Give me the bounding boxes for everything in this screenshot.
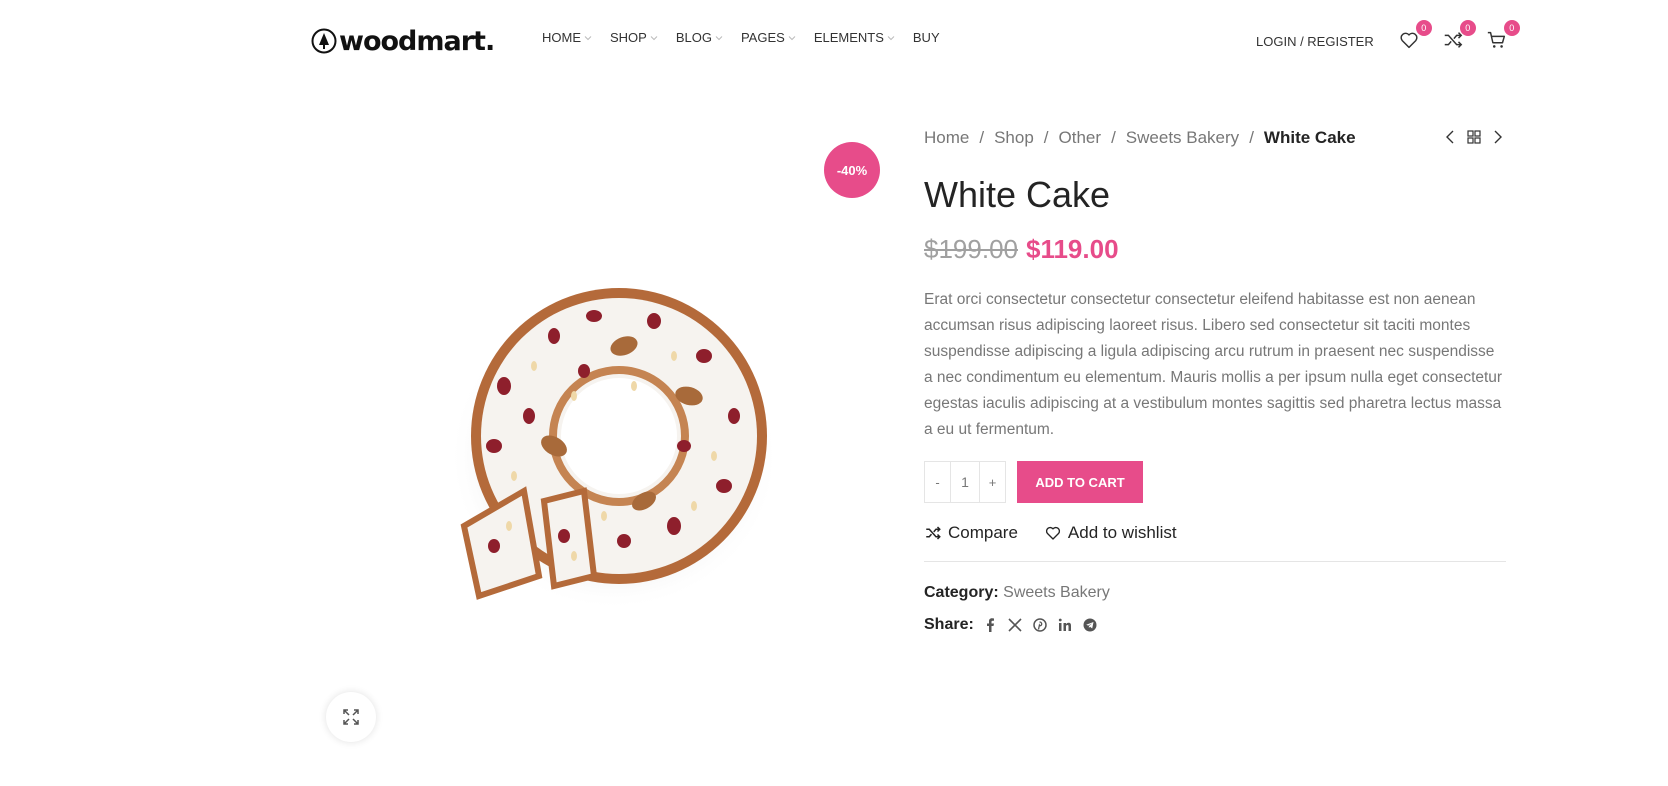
site-logo[interactable]: woodmart. [311,24,495,58]
chevron-down-icon [584,35,592,40]
share-links: Share: [924,616,1506,634]
previous-product-button[interactable] [1442,128,1458,146]
product-summary: Home / Shop / Other / Sweets Bakery / Wh… [924,124,1506,634]
chevron-down-icon [650,35,658,40]
chevron-down-icon [715,35,723,40]
category-label: Category: [924,584,999,601]
zoom-button[interactable] [326,692,376,742]
main-nav: HOME SHOP BLOG PAGES ELEMENTS BUY [542,30,958,45]
nav-item-blog[interactable]: BLOG [676,30,723,45]
header-tools: LOGIN / REGISTER 0 0 0 [1256,20,1530,58]
next-product-button[interactable] [1490,128,1506,146]
tree-logo-icon [311,28,337,54]
nav-item-buy[interactable]: BUY [913,30,940,45]
wishlist-count-badge: 0 [1415,20,1432,36]
back-to-shop-button[interactable] [1466,128,1482,146]
wishlist-button[interactable]: 0 [1398,20,1432,53]
chevron-down-icon [788,35,796,40]
breadcrumb-separator: / [1043,128,1049,147]
breadcrumb-separator: / [1111,128,1116,147]
add-to-wishlist-link[interactable]: Add to wishlist [1044,523,1177,543]
divider [924,561,1506,562]
chevron-down-icon [887,35,895,40]
breadcrumb-separator: / [1249,128,1254,147]
heart-icon [1045,526,1060,540]
product-price: $199.00 $119.00 [924,234,1506,265]
product-navigation [1442,128,1506,146]
nav-item-home[interactable]: HOME [542,30,592,45]
expand-icon [343,709,359,725]
compare-button[interactable]: 0 [1442,20,1476,53]
breadcrumb-separator: / [979,128,985,147]
telegram-icon[interactable] [1082,617,1098,633]
nav-item-label: BUY [912,30,940,45]
linkedin-icon[interactable] [1057,617,1073,633]
logo-text: woodmart. [339,25,495,57]
quantity-plus-button[interactable]: + [980,462,1005,502]
old-price: $199.00 [924,234,1018,264]
compare-label: Compare [948,523,1018,542]
chevron-right-icon [1494,130,1502,144]
category-link[interactable]: Sweets Bakery [1003,584,1110,601]
add-to-cart-button[interactable]: ADD TO CART [1017,461,1143,503]
facebook-icon[interactable] [982,617,998,633]
x-twitter-icon[interactable] [1007,617,1023,633]
product-title: White Cake [924,174,1111,215]
chevron-left-icon [1446,130,1454,144]
sale-price: $119.00 [1025,234,1119,264]
nav-item-label: PAGES [740,30,785,45]
nav-item-shop[interactable]: SHOP [610,30,658,45]
nav-item-label: ELEMENTS [813,30,884,45]
grid-icon [1467,130,1481,144]
quantity-input[interactable]: 1 [950,462,980,502]
share-label: Share: [924,616,974,633]
breadcrumb-home[interactable]: Home [924,128,969,148]
cake-image[interactable] [434,276,774,606]
nav-item-label: BLOG [675,30,712,45]
wishlist-label: Add to wishlist [1067,523,1177,542]
quantity-stepper: - 1 + [924,461,1006,503]
breadcrumb-shop[interactable]: Shop [994,128,1034,148]
nav-item-elements[interactable]: ELEMENTS [814,30,895,45]
pinterest-icon[interactable] [1032,617,1048,633]
breadcrumb-current: White Cake [1263,128,1356,147]
product-actions: Compare Add to wishlist [924,523,1506,543]
product-gallery: -40% [324,118,884,758]
compare-count-badge: 0 [1459,20,1476,36]
shuffle-icon [926,526,941,540]
quantity-minus-button[interactable]: - [925,462,950,502]
breadcrumb-other[interactable]: Other [1059,128,1102,148]
nav-item-label: HOME [542,30,581,45]
compare-link[interactable]: Compare [924,523,1018,543]
breadcrumb: Home / Shop / Other / Sweets Bakery / Wh… [924,124,1506,152]
product-category: Category: Sweets Bakery [924,584,1506,602]
cart-button[interactable]: 0 [1486,20,1520,53]
nav-item-label: SHOP [610,30,647,45]
cart-count-badge: 0 [1503,20,1520,36]
nav-item-pages[interactable]: PAGES [741,30,796,45]
login-register-link[interactable]: LOGIN / REGISTER [1256,34,1374,49]
add-to-cart-form: - 1 + ADD TO CART [924,461,1506,503]
sale-badge: -40% [824,142,880,198]
breadcrumb-sweets-bakery[interactable]: Sweets Bakery [1126,128,1239,148]
site-header: woodmart. HOME SHOP BLOG PAGES ELEMENTS … [0,0,1668,84]
product-short-description: Erat orci consectetur consectetur consec… [924,291,1503,438]
